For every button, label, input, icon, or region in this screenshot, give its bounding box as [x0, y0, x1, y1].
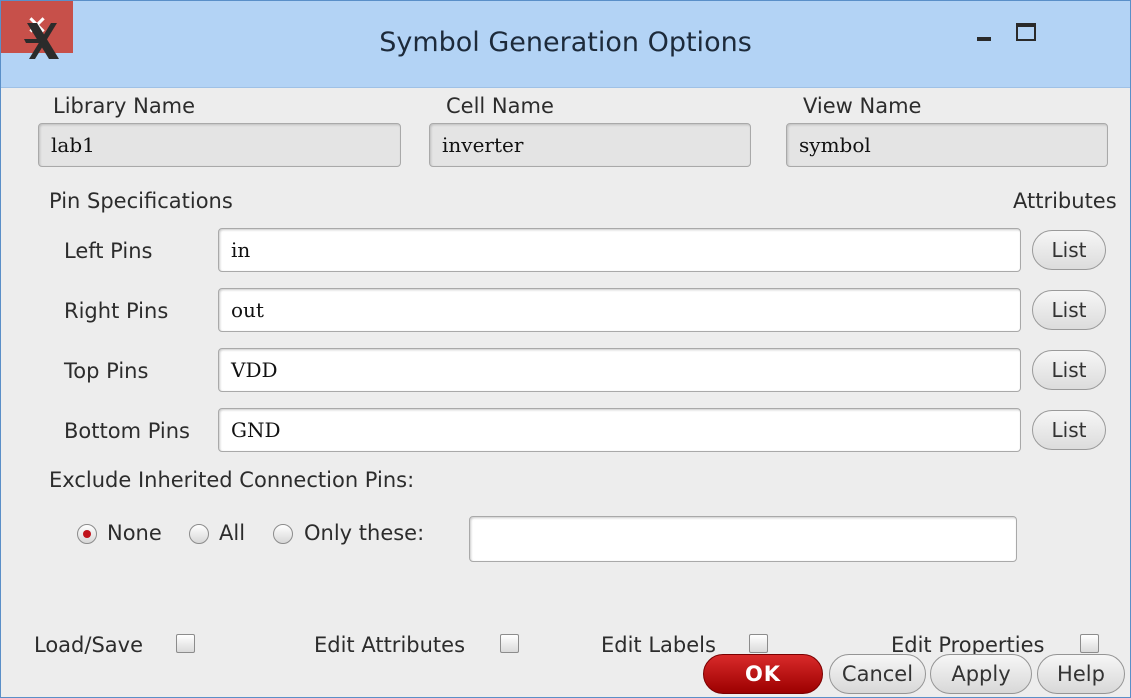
left-pins-label: Left Pins — [64, 239, 153, 263]
top-pins-list-button[interactable]: List — [1032, 350, 1106, 390]
view-name-field[interactable]: symbol — [786, 123, 1108, 167]
edit-properties-checkbox[interactable] — [1080, 634, 1099, 653]
edit-attributes-label: Edit Attributes — [314, 633, 466, 657]
radio-only-these-label: Only these: — [304, 521, 425, 545]
bottom-pins-input[interactable]: GND — [218, 408, 1021, 452]
load-save-checkbox[interactable] — [176, 634, 195, 653]
radio-all-label: All — [219, 521, 246, 545]
radio-all[interactable] — [189, 524, 209, 544]
radio-none[interactable] — [77, 524, 97, 544]
ok-button[interactable]: OK — [703, 654, 823, 694]
load-save-label: Load/Save — [34, 633, 143, 657]
bottom-pins-list-button[interactable]: List — [1032, 410, 1106, 450]
right-pins-input[interactable]: out — [218, 288, 1021, 332]
cell-name-field[interactable]: inverter — [429, 123, 751, 167]
exclude-inherited-label: Exclude Inherited Connection Pins: — [49, 468, 415, 492]
cancel-button[interactable]: Cancel — [829, 654, 926, 694]
maximize-button[interactable] — [1006, 1, 1044, 53]
apply-button[interactable]: Apply — [930, 654, 1032, 694]
radio-only-these[interactable] — [273, 524, 293, 544]
left-pins-list-button[interactable]: List — [1032, 230, 1106, 270]
left-pins-input[interactable]: in — [218, 228, 1021, 272]
edit-labels-label: Edit Labels — [601, 633, 716, 657]
attributes-label: Attributes — [1013, 189, 1117, 213]
library-name-label: Library Name — [53, 94, 196, 118]
dialog-window: Symbol Generation Options × Library Name… — [0, 0, 1131, 698]
top-pins-input[interactable]: VDD — [218, 348, 1021, 392]
right-pins-list-button[interactable]: List — [1032, 290, 1106, 330]
window-title: Symbol Generation Options — [379, 27, 752, 58]
pin-specifications-label: Pin Specifications — [49, 189, 233, 213]
radio-none-label: None — [107, 521, 162, 545]
only-these-input[interactable] — [469, 516, 1017, 562]
top-pins-label: Top Pins — [64, 359, 149, 383]
library-name-field[interactable]: lab1 — [38, 123, 401, 167]
right-pins-label: Right Pins — [64, 299, 169, 323]
minimize-button[interactable] — [963, 1, 1001, 53]
cell-name-label: Cell Name — [446, 94, 554, 118]
view-name-label: View Name — [803, 94, 922, 118]
edit-labels-checkbox[interactable] — [749, 634, 768, 653]
edit-attributes-checkbox[interactable] — [500, 634, 519, 653]
bottom-pins-label: Bottom Pins — [64, 419, 190, 443]
title-bar[interactable]: Symbol Generation Options × — [1, 1, 1130, 88]
help-button[interactable]: Help — [1037, 654, 1125, 694]
